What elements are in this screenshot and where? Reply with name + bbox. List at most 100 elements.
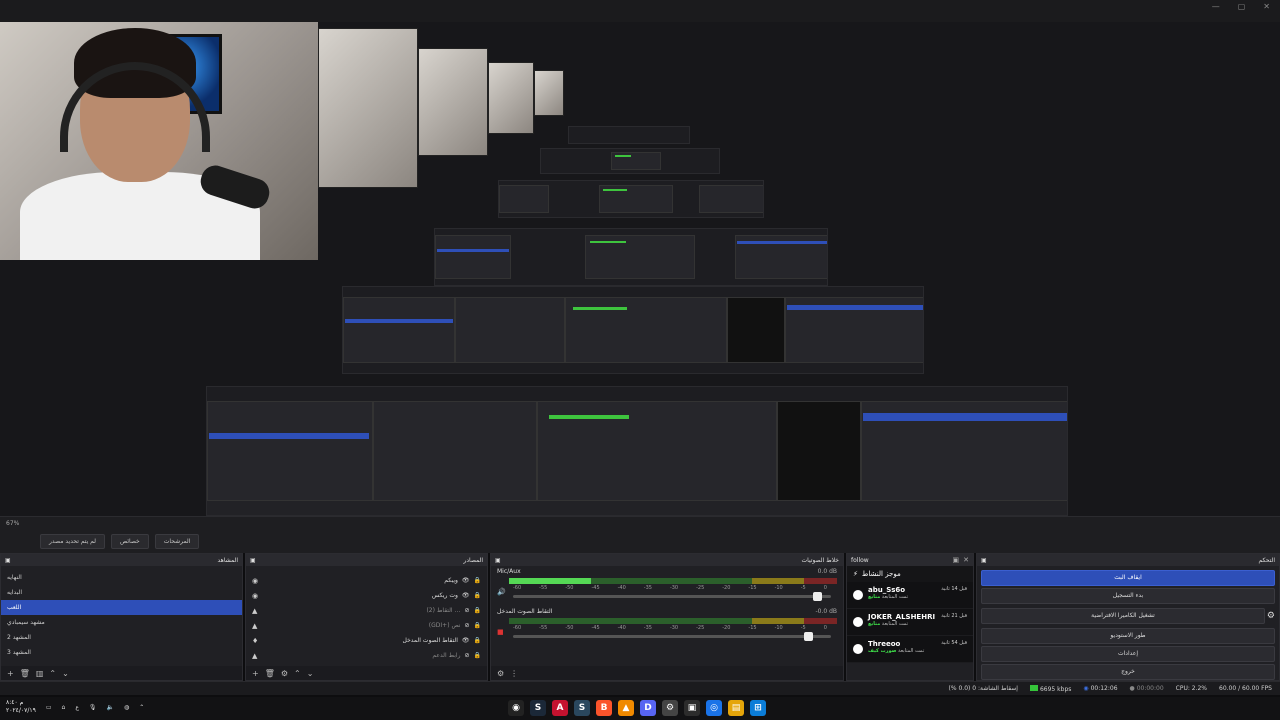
meter-green-zone [509,618,752,624]
brave-icon[interactable]: B [596,700,612,716]
dock-float-icon[interactable]: ▣ [495,557,501,564]
mixer-settings-icon[interactable]: ⚙ [497,669,504,678]
scene-item-active[interactable]: اللعب [1,600,242,615]
windows-icon[interactable]: ⊞ [750,700,766,716]
language-icon[interactable]: ع [75,704,79,711]
filters-button[interactable]: المرشحات [154,534,200,549]
scene-item[interactable]: المشهد 2 [1,630,242,645]
recursive-webcam-1 [318,28,418,188]
volume-icon[interactable]: 🔈 [107,704,114,711]
scenes-title: المشاهد [217,556,238,564]
follower-name: Threeoo [868,640,901,648]
preview-canvas[interactable] [0,22,1280,516]
event-time: قبل 14 ثانية [941,586,967,592]
visibility-icon[interactable]: 👁 [462,577,470,584]
source-row[interactable]: ◉ وت ريكس 👁 🔒 [246,588,487,603]
dock-float-icon[interactable]: ▣ [250,557,256,564]
meter-yellow-zone [751,618,805,624]
scene-item[interactable]: البدايه [1,585,242,600]
source-row[interactable]: ♦ التقاط الصوت المدخل 👁 🔒 [246,633,487,648]
steam-icon-2[interactable]: S [574,700,590,716]
network-icon[interactable]: ⌂ [62,704,66,711]
status-bar: إسقاط الشاشة: 0 (0.0 %) 6695 kbps ◉ 00:1… [0,681,1280,695]
settings-button[interactable]: إعدادات [981,646,1275,662]
obs-icon[interactable]: ◉ [508,700,524,716]
volume-slider[interactable] [513,632,831,641]
properties-button[interactable]: خصائص [111,534,149,549]
add-scene-icon[interactable]: + [7,669,14,678]
minimize-icon[interactable]: — [1212,2,1220,11]
source-row[interactable]: ▲ (2) التقاط … ⊘ 🔒 [246,603,487,618]
move-up-icon[interactable]: ⌃ [49,669,56,678]
store-icon[interactable]: ▣ [684,700,700,716]
close-icon[interactable]: ✕ [963,556,969,564]
studio-mode-button[interactable]: طور الاستوديو [981,628,1275,644]
notifications-icon[interactable]: ▭ [46,704,52,711]
heart-icon [853,590,863,600]
source-label: (2) التقاط … [426,607,461,614]
tray-overflow-icon[interactable]: ⌃ [139,704,144,711]
exit-button[interactable]: خروج [981,664,1275,680]
scene-item[interactable]: النهايه [1,570,242,585]
remove-source-icon[interactable]: 🗑 [265,669,275,678]
live-icon: ◉ [1083,685,1089,692]
discord-icon[interactable]: D [640,700,656,716]
scene-filters-icon[interactable]: ▥ [36,669,44,678]
source-row[interactable]: ▲ رابط الدعم ⊘ 🔒 [246,648,487,663]
volume-knob[interactable] [813,592,823,601]
more-options-icon[interactable]: ⋮ [510,669,518,678]
controller-icon[interactable]: ◍ [124,704,129,711]
lock-icon[interactable]: 🔒 [474,592,481,599]
mic-icon[interactable]: 🎙 [89,704,97,711]
clock-date: ٢٠٢٤/٠٧/١٩ [6,707,36,714]
lock-icon[interactable]: 🔒 [474,622,481,629]
virtual-camera-settings-icon[interactable]: ⚙ [1267,611,1279,621]
speaker-icon[interactable]: 🔊 [497,588,506,596]
volume-slider[interactable] [513,592,831,601]
vlc-icon[interactable]: ▲ [618,700,634,716]
adobe-icon[interactable]: A [552,700,568,716]
volume-knob[interactable] [803,632,813,641]
source-row[interactable]: ◉ ويبكم 👁 🔒 [246,573,487,588]
muted-speaker-icon[interactable]: ■ [497,628,504,636]
folder-icon[interactable]: ▤ [728,700,744,716]
chrome-icon[interactable]: ◎ [706,700,722,716]
lock-icon[interactable]: 🔒 [474,652,481,659]
add-source-icon[interactable]: + [252,669,259,678]
volume-meter [509,578,837,584]
move-down-icon[interactable]: ⌄ [62,669,69,678]
scene-item[interactable]: مشهد سيمبادي [1,615,242,630]
scene-item[interactable]: المشهد 3 [1,645,242,660]
move-up-icon[interactable]: ⌃ [294,669,301,678]
stop-streaming-button[interactable]: ايقاف البث [981,570,1275,586]
settings-icon[interactable]: ⚙ [662,700,678,716]
visibility-icon[interactable]: 👁 [462,592,470,599]
lock-icon[interactable]: 🔒 [474,607,481,614]
close-icon[interactable]: ✕ [1263,2,1270,11]
dock-float-icon[interactable]: ▣ [981,557,987,564]
source-row[interactable]: ▲ (GDI+) نص ⊘ 🔒 [246,618,487,633]
activity-feed-header: ⚡ موجز النشاط [847,566,973,582]
lock-icon[interactable]: 🔒 [474,637,481,644]
visibility-icon[interactable]: 👁 [462,637,470,644]
event-tag: متابع [868,621,881,627]
scenes-dock-header: ▣ المشاهد [1,554,242,566]
system-tray: م ٨:٤٠ ٢٠٢٤/٠٧/١٩ ▭ ⌂ ع 🎙 🔈 ◍ ⌃ [6,699,144,715]
move-down-icon[interactable]: ⌄ [307,669,314,678]
dock-float-icon[interactable]: ▣ [5,557,11,564]
mixer-title: خلاط الصوتيات [801,556,840,564]
remove-scene-icon[interactable]: 🗑 [20,669,30,678]
lock-icon[interactable]: 🔒 [474,577,481,584]
start-virtual-camera-button[interactable]: تشغيل الكاميرا الافتراضية [981,608,1265,624]
start-recording-button[interactable]: بدء التسجيل [981,588,1275,604]
steam-icon[interactable]: S [530,700,546,716]
clock[interactable]: م ٨:٤٠ ٢٠٢٤/٠٧/١٩ [6,699,36,715]
source-settings-icon[interactable]: ⚙ [281,669,288,678]
dock-float-icon[interactable]: ▣ [953,556,960,564]
visibility-off-icon[interactable]: ⊘ [464,607,469,614]
maximize-icon[interactable]: ▢ [1238,2,1246,11]
visibility-off-icon[interactable]: ⊘ [464,622,469,629]
visibility-off-icon[interactable]: ⊘ [464,652,469,659]
scenes-footer: + 🗑 ▥ ⌃ ⌄ [1,666,242,680]
follower-name: JOKER_ALSHEHRI [868,613,936,621]
